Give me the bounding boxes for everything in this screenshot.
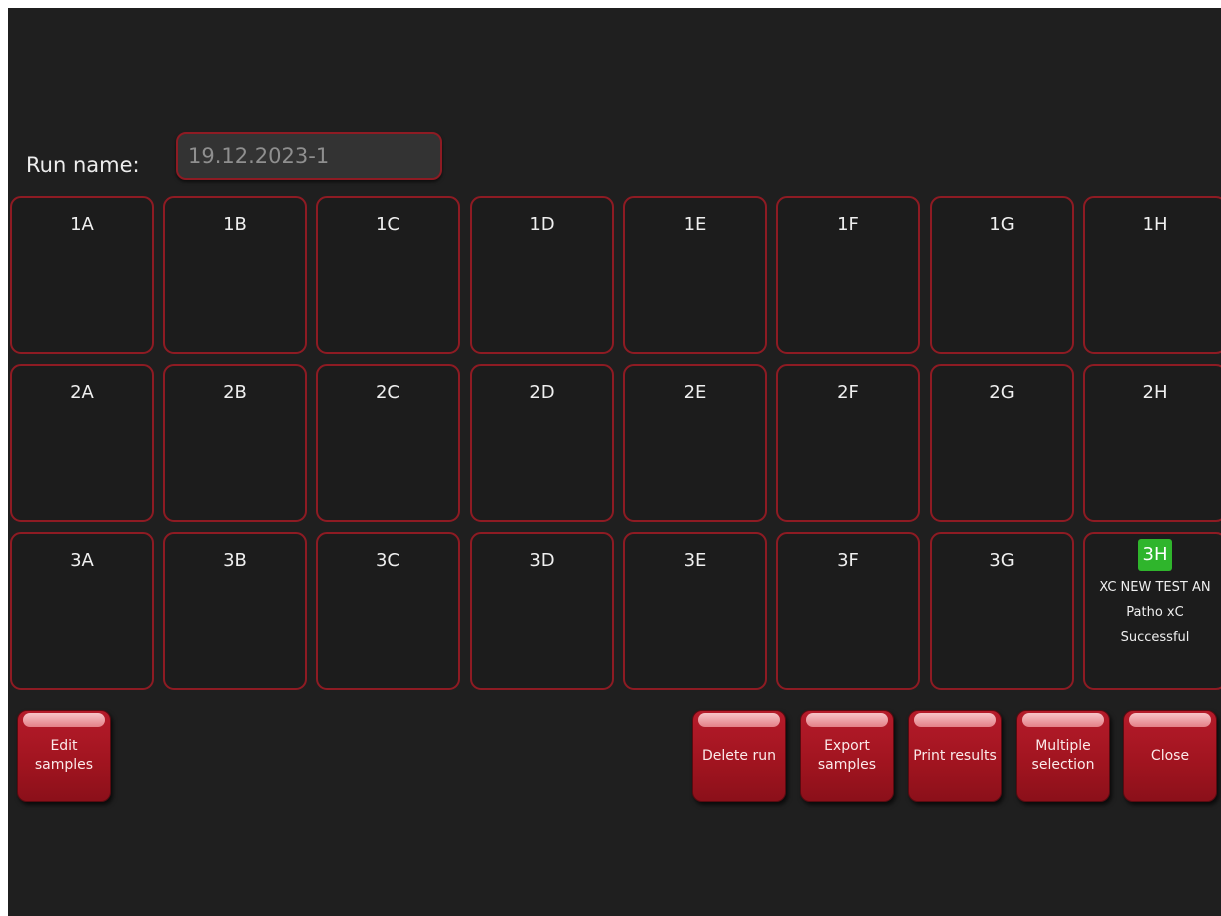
well-label: 1C [375,214,401,235]
well-1h[interactable]: 1H [1083,196,1221,354]
export-samples-label: Export samples [817,738,877,773]
well-label: 2F [837,382,859,403]
edit-samples-button[interactable]: Edit samples [17,710,111,802]
well-label: 2D [529,382,555,403]
well-3d[interactable]: 3D [470,532,614,690]
well-3c[interactable]: 3C [316,532,460,690]
print-results-label: Print results [913,747,997,764]
run-name-label: Run name: [26,153,140,177]
well-2g[interactable]: 2G [930,364,1074,522]
well-label: 1H [1142,214,1168,235]
well-label: 2A [70,382,94,403]
well-label: 3C [375,550,401,571]
well-label: 1B [223,214,247,235]
multiple-selection-button[interactable]: Multiple selection [1016,710,1110,802]
well-3h-badge: 3H [1138,539,1172,571]
well-3h-sample-name: XC NEW TEST AN [1099,580,1211,595]
well-label: 3A [70,550,94,571]
well-3g[interactable]: 3G [930,532,1074,690]
delete-run-label: Delete run [702,747,776,764]
well-2a[interactable]: 2A [10,364,154,522]
well-label: 2G [989,382,1015,403]
well-1d[interactable]: 1D [470,196,614,354]
print-results-button[interactable]: Print results [908,710,1002,802]
well-label: 3G [989,550,1015,571]
well-2f[interactable]: 2F [776,364,920,522]
well-label: 1G [989,214,1015,235]
well-3f[interactable]: 3F [776,532,920,690]
well-3e[interactable]: 3E [623,532,767,690]
well-2d[interactable]: 2D [470,364,614,522]
well-label: 2E [683,382,707,403]
well-3h[interactable]: 3H XC NEW TEST AN Patho xC Successful [1083,532,1221,690]
edit-samples-label: Edit samples [34,738,94,773]
well-label: 3F [837,550,859,571]
well-2e[interactable]: 2E [623,364,767,522]
well-label: 1D [529,214,555,235]
well-label: 2H [1142,382,1168,403]
well-1f[interactable]: 1F [776,196,920,354]
well-1c[interactable]: 1C [316,196,460,354]
well-3h-assay: Patho xC [1126,605,1184,620]
well-label: 1A [70,214,94,235]
well-label: 1F [837,214,859,235]
well-label: 1E [683,214,707,235]
well-1g[interactable]: 1G [930,196,1074,354]
well-2b[interactable]: 2B [163,364,307,522]
close-button[interactable]: Close [1123,710,1217,802]
well-label: 3E [683,550,707,571]
run-view: Run name: 1A 1B 1C 1D 1E 1F 1G 1H 2A 2B … [8,8,1221,916]
multiple-selection-label: Multiple selection [1031,738,1095,773]
well-2h[interactable]: 2H [1083,364,1221,522]
well-1b[interactable]: 1B [163,196,307,354]
well-3a[interactable]: 3A [10,532,154,690]
well-label: 2C [375,382,401,403]
export-samples-button[interactable]: Export samples [800,710,894,802]
run-name-input[interactable] [176,132,442,180]
well-label: 3D [529,550,555,571]
well-2c[interactable]: 2C [316,364,460,522]
well-label: 2B [223,382,247,403]
close-label: Close [1150,747,1190,764]
well-3b[interactable]: 3B [163,532,307,690]
well-1e[interactable]: 1E [623,196,767,354]
well-1a[interactable]: 1A [10,196,154,354]
delete-run-button[interactable]: Delete run [692,710,786,802]
well-3h-status: Successful [1120,630,1190,645]
well-label: 3B [223,550,247,571]
